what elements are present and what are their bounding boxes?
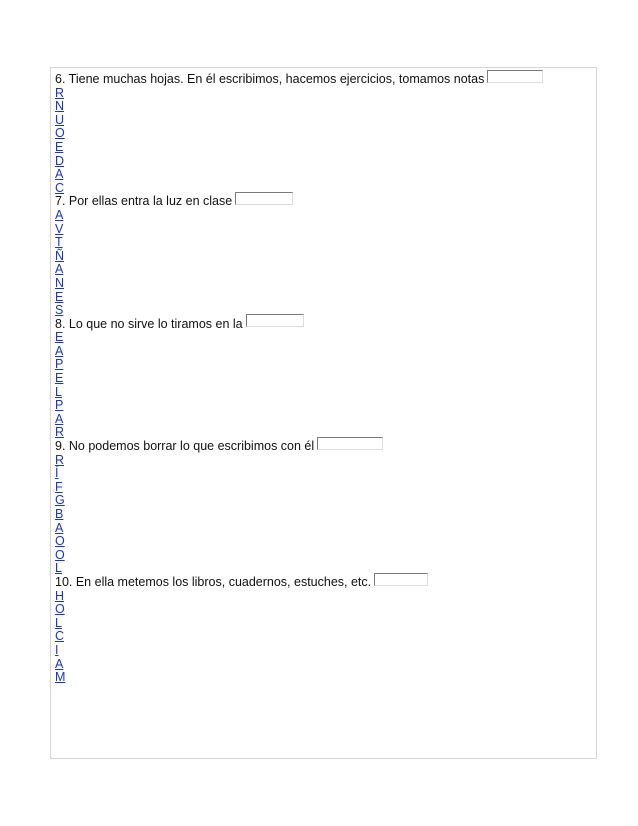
letter-link[interactable]: L [55,385,69,400]
question-7-text: 7. Por ellas entra la luz en clase [55,194,233,209]
question-9-line: 9. No podemos borrar lo que escribimos c… [55,436,594,454]
letter-link[interactable]: C [55,181,69,196]
letter-link[interactable]: A [55,344,69,359]
letter-link[interactable]: A [55,521,69,536]
question-7-line: 7. Por ellas entra la luz en clase [55,191,594,209]
question-8-text: 8. Lo que no sirve lo tiramos en la [55,316,243,331]
exercise-sheet: 6. Tiene muchas hojas. En él escribimos,… [50,67,597,759]
question-7-letters: A V T Ñ A N E S [55,208,594,318]
letter-link[interactable]: A [55,657,69,672]
question-9-text: 9. No podemos borrar lo que escribimos c… [55,439,315,454]
letter-link[interactable]: H [55,589,69,604]
letter-link[interactable]: L [55,562,69,576]
letter-link[interactable]: N [55,276,69,291]
letter-link[interactable]: Í [55,467,69,481]
question-9-answer-input[interactable] [317,436,384,450]
letter-link[interactable]: D [55,154,69,169]
question-6-answer-input[interactable] [487,69,544,83]
question-10-letters: H O L C I A M [55,589,594,685]
question-6-text: 6. Tiene muchas hojas. En él escribimos,… [55,72,485,86]
letter-link[interactable]: P [55,358,69,372]
question-6-letters: R N U O E D A C [55,86,594,196]
letter-link[interactable]: U [55,113,69,128]
letter-link[interactable]: R [55,426,69,440]
question-8-answer-input[interactable] [245,314,304,328]
letter-link[interactable]: E [55,331,69,345]
letter-link[interactable]: O [55,603,69,617]
question-8: 8. Lo que no sirve lo tiramos en la E A … [55,314,594,440]
letter-link[interactable]: R [55,86,69,101]
letter-link[interactable]: G [55,494,69,508]
letter-link[interactable]: Ñ [55,249,69,264]
question-10: 10. En ella metemos los libros, cuaderno… [55,572,594,685]
exercise-content: 6. Tiene muchas hojas. En él escribimos,… [55,69,594,685]
letter-link[interactable]: F [55,480,69,495]
question-7-answer-input[interactable] [235,191,294,205]
question-10-text: 10. En ella metemos los libros, cuaderno… [55,574,372,589]
letter-link[interactable]: O [55,535,69,549]
question-8-letters: E A P E L P A R [55,331,594,440]
letter-link[interactable]: A [55,412,69,427]
letter-link[interactable]: C [55,630,69,644]
letter-link[interactable]: A [55,208,69,223]
letter-link[interactable]: E [55,290,69,305]
letter-link[interactable]: E [55,140,69,155]
letter-link[interactable]: O [55,548,69,563]
letter-link[interactable]: B [55,507,69,522]
question-9-letters: R Í F G B A O O L [55,453,594,576]
question-10-line: 10. En ella metemos los libros, cuaderno… [55,572,594,590]
letter-link[interactable]: A [55,168,69,182]
letter-link[interactable]: E [55,371,69,386]
question-6-line: 6. Tiene muchas hojas. En él escribimos,… [55,69,594,87]
letter-link[interactable]: A [55,263,69,277]
letter-link[interactable]: T [55,236,69,250]
letter-link[interactable]: O [55,127,69,141]
question-7: 7. Por ellas entra la luz en clase A V T… [55,191,594,318]
letter-link[interactable]: V [55,222,69,237]
question-10-answer-input[interactable] [374,572,429,586]
letter-link[interactable]: S [55,303,69,318]
letter-link[interactable]: P [55,399,69,413]
question-9: 9. No podemos borrar lo que escribimos c… [55,436,594,576]
question-8-line: 8. Lo que no sirve lo tiramos en la [55,314,594,332]
letter-link[interactable]: N [55,100,69,114]
letter-link[interactable]: M [55,671,69,685]
letter-link[interactable]: L [55,616,69,631]
letter-link[interactable]: I [55,643,69,658]
question-6: 6. Tiene muchas hojas. En él escribimos,… [55,69,594,196]
